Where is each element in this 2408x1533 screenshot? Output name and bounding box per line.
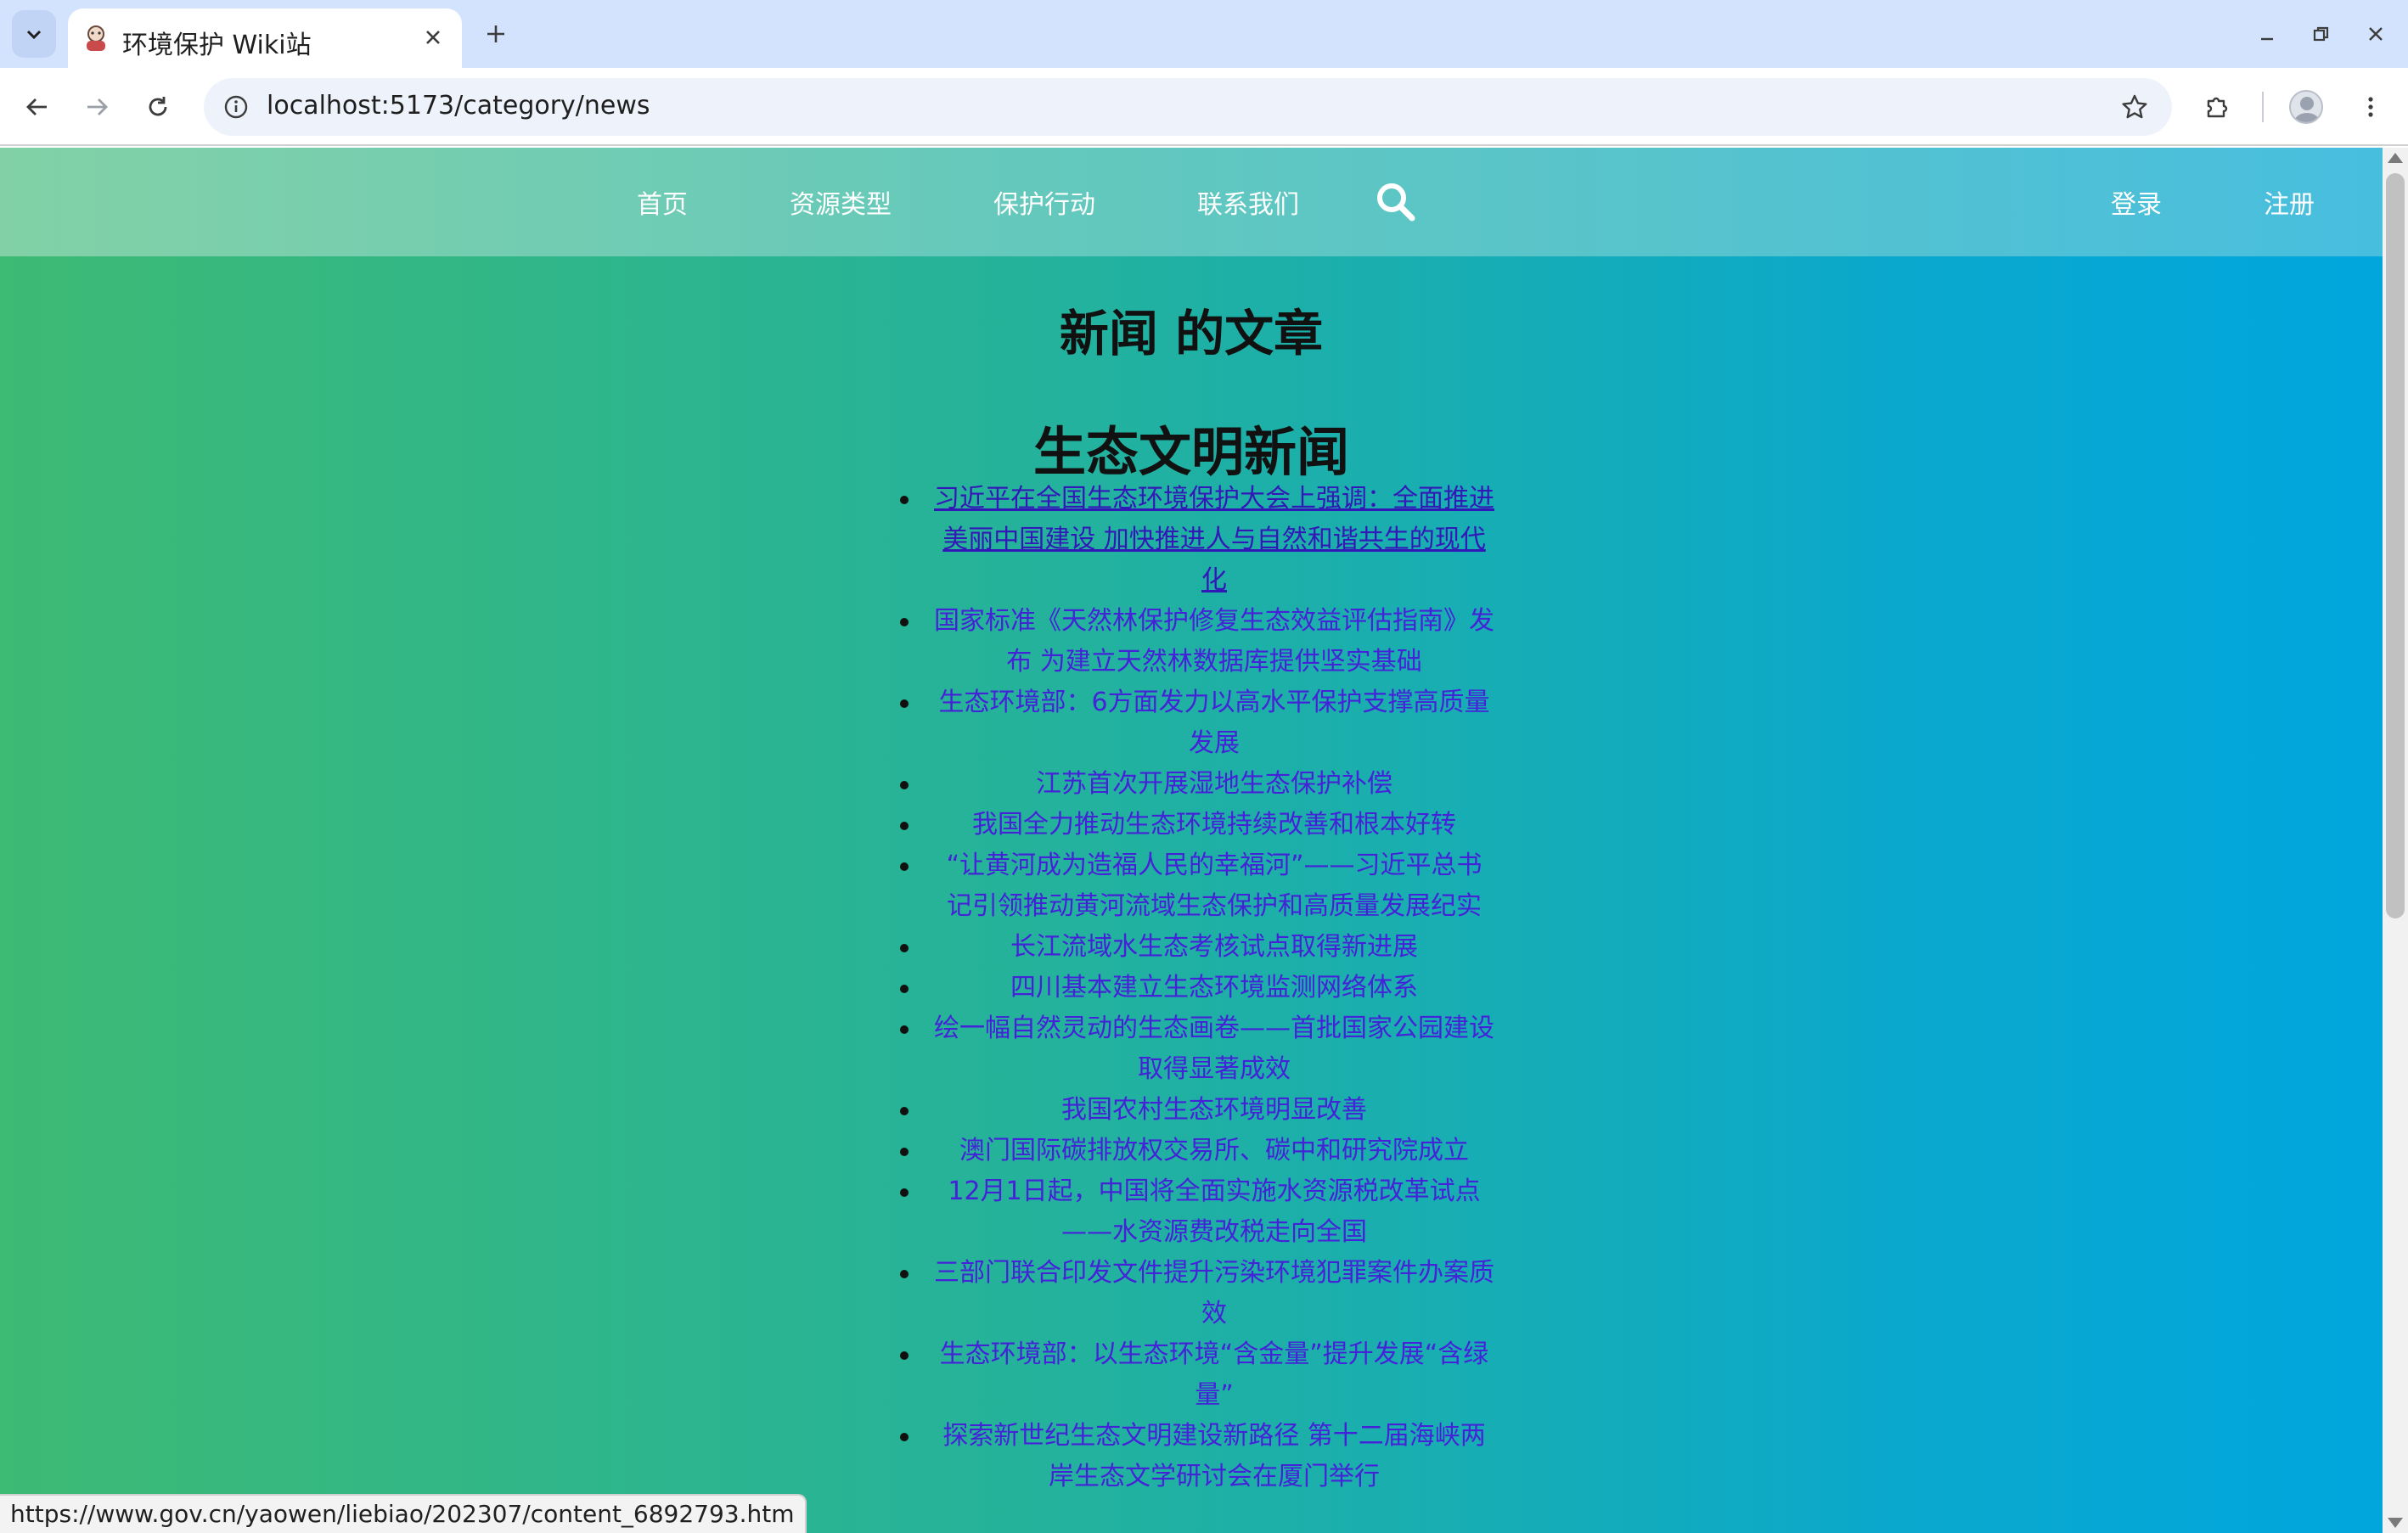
article-link[interactable]: 我国全力推动生态环境持续改善和根本好转 xyxy=(934,805,1494,845)
article-link[interactable]: 探索新世纪生态文明建设新路径 第十二届海峡两岸生态文学研讨会在厦门举行 xyxy=(934,1416,1494,1497)
article-link[interactable]: 我国农村生态环境明显改善 xyxy=(934,1090,1494,1131)
browser-tab-active[interactable]: 环境保护 Wiki站 xyxy=(68,8,462,68)
puzzle-icon xyxy=(2207,97,2228,118)
article-link[interactable]: 习近平在全国生态环境保护大会上强调：全面推进美丽中国建设 加快推进人与自然和谐共… xyxy=(934,479,1494,601)
article-link[interactable]: 国家标准《天然林保护修复生态效益评估指南》发布 为建立天然林数据库提供坚实基础 xyxy=(934,601,1494,682)
site-info-icon[interactable] xyxy=(219,90,253,124)
scroll-up-arrow-icon[interactable] xyxy=(2388,153,2403,163)
list-item: 四川基本建立生态环境监测网络体系 xyxy=(900,968,1494,1008)
site-header: 首页 资源类型 保护行动 联系我们 登录 注册 xyxy=(0,148,2383,256)
reload-button[interactable] xyxy=(134,83,182,131)
tab-close-icon[interactable] xyxy=(418,22,448,53)
list-item: 长江流域水生态考核试点取得新进展 xyxy=(900,927,1494,968)
nav-protection-actions-link[interactable]: 保护行动 xyxy=(993,183,1095,221)
browser-tab-strip: 环境保护 Wiki站 xyxy=(0,0,2408,68)
close-window-button[interactable] xyxy=(2354,12,2398,56)
list-item: 三部门联合印发文件提升污染环境犯罪案件办案质效 xyxy=(900,1253,1494,1334)
nav-contact-us-link[interactable]: 联系我们 xyxy=(1197,183,1299,221)
arrow-left-icon xyxy=(26,98,47,115)
list-item: 12月1日起，中国将全面实施水资源税改革试点——水资源费改税走向全国 xyxy=(900,1171,1494,1253)
plus-icon xyxy=(487,25,504,42)
article-link[interactable]: 三部门联合印发文件提升污染环境犯罪案件办案质效 xyxy=(934,1253,1494,1334)
list-item: 江苏首次开展湿地生态保护补偿 xyxy=(900,764,1494,805)
login-link[interactable]: 登录 xyxy=(2111,183,2162,221)
article-link[interactable]: 澳门国际碳排放权交易所、碳中和研究院成立 xyxy=(934,1131,1494,1171)
list-item: “让黄河成为造福人民的幸福河”——习近平总书记引领推动黄河流域生态保护和高质量发… xyxy=(900,845,1494,927)
scroll-thumb[interactable] xyxy=(2386,173,2405,918)
list-item: 探索新世纪生态文明建设新路径 第十二届海峡两岸生态文学研讨会在厦门举行 xyxy=(900,1416,1494,1497)
address-bar[interactable]: localhost:5173/category/news xyxy=(204,78,2172,136)
article-link[interactable]: 绘一幅自然灵动的生态画卷——首批国家公园建设取得显著成效 xyxy=(934,1008,1494,1090)
search-icon[interactable] xyxy=(1372,178,1420,226)
nav-resource-types-link[interactable]: 资源类型 xyxy=(790,183,892,221)
bookmark-star-icon[interactable] xyxy=(2116,88,2153,126)
list-item: 我国全力推动生态环境持续改善和根本好转 xyxy=(900,805,1494,845)
browser-toolbar: localhost:5173/category/news xyxy=(0,68,2408,146)
article-link[interactable]: “让黄河成为造福人民的幸福河”——习近平总书记引领推动黄河流域生态保护和高质量发… xyxy=(934,845,1494,927)
section-title: 生态文明新闻 xyxy=(1032,421,1349,483)
list-item: 国家标准《天然林保护修复生态效益评估指南》发布 为建立天然林数据库提供坚实基础 xyxy=(900,601,1494,682)
nav-home-link[interactable]: 首页 xyxy=(637,183,688,221)
list-item: 绘一幅自然灵动的生态画卷——首批国家公园建设取得显著成效 xyxy=(900,1008,1494,1090)
page-viewport: 首页 资源类型 保护行动 联系我们 登录 注册 新闻 的文章 生态文明新闻 习近… xyxy=(0,148,2383,1533)
arrow-right-icon xyxy=(87,98,108,115)
list-item: 我国农村生态环境明显改善 xyxy=(900,1090,1494,1131)
restore-window-button[interactable] xyxy=(2299,12,2343,56)
article-list: 习近平在全国生态环境保护大会上强调：全面推进美丽中国建设 加快推进人与自然和谐共… xyxy=(900,479,1494,1497)
close-icon xyxy=(2369,27,2383,41)
browser-menu-button[interactable] xyxy=(2347,83,2394,131)
minimize-icon xyxy=(2261,37,2273,41)
article-link[interactable]: 江苏首次开展湿地生态保护补偿 xyxy=(934,764,1494,805)
list-item: 生态环境部：以生态环境“含金量”提升发展“含绿量” xyxy=(900,1334,1494,1416)
address-url[interactable]: localhost:5173/category/news xyxy=(267,91,650,121)
list-item: 习近平在全国生态环境保护大会上强调：全面推进美丽中国建设 加快推进人与自然和谐共… xyxy=(900,479,1494,601)
article-link[interactable]: 四川基本建立生态环境监测网络体系 xyxy=(934,968,1494,1008)
list-item: 生态环境部：6方面发力以高水平保护支撑高质量发展 xyxy=(900,682,1494,764)
avatar xyxy=(2289,90,2323,124)
site-favicon-icon xyxy=(87,25,105,51)
forward-button[interactable] xyxy=(73,83,121,131)
tab-search-button[interactable] xyxy=(12,10,56,58)
tab-title: 环境保护 Wiki站 xyxy=(122,31,312,60)
profile-button[interactable] xyxy=(2282,83,2330,131)
page-scrollbar[interactable] xyxy=(2383,148,2408,1533)
page-title: 新闻 的文章 xyxy=(1059,305,1324,362)
article-link[interactable]: 生态环境部：6方面发力以高水平保护支撑高质量发展 xyxy=(934,682,1494,764)
chevron-down-icon xyxy=(26,30,42,40)
restore-icon xyxy=(2313,26,2329,42)
article-link[interactable]: 12月1日起，中国将全面实施水资源税改革试点——水资源费改税走向全国 xyxy=(934,1171,1494,1253)
scroll-down-arrow-icon[interactable] xyxy=(2388,1518,2403,1528)
register-link[interactable]: 注册 xyxy=(2264,183,2315,221)
article-link[interactable]: 生态环境部：以生态环境“含金量”提升发展“含绿量” xyxy=(934,1334,1494,1416)
back-button[interactable] xyxy=(14,83,61,131)
toolbar-divider xyxy=(2262,92,2264,122)
extensions-button[interactable] xyxy=(2194,83,2242,131)
new-tab-button[interactable] xyxy=(475,14,516,54)
link-status-bubble: https://www.gov.cn/yaowen/liebiao/202307… xyxy=(0,1494,807,1533)
list-item: 澳门国际碳排放权交易所、碳中和研究院成立 xyxy=(900,1131,1494,1171)
minimize-window-button[interactable] xyxy=(2245,12,2289,56)
more-vertical-icon xyxy=(2368,97,2373,117)
reload-icon xyxy=(149,97,167,116)
article-link[interactable]: 长江流域水生态考核试点取得新进展 xyxy=(934,927,1494,968)
